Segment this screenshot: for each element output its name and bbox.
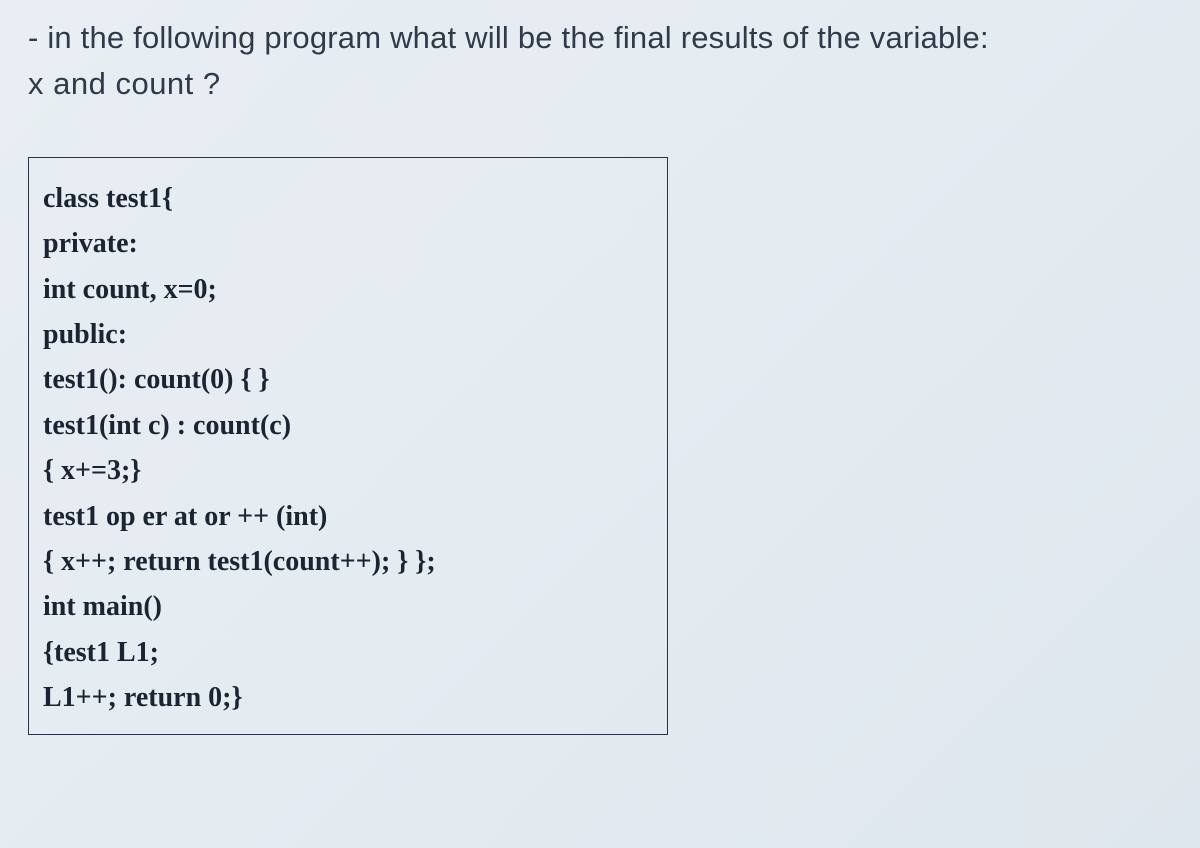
- question-text-line1: - in the following program what will be …: [28, 20, 1172, 56]
- code-line: public:: [43, 312, 653, 357]
- code-line: class test1{: [43, 176, 653, 221]
- code-line: {test1 L1;: [43, 630, 653, 675]
- code-line: { x++; return test1(count++); } };: [43, 539, 653, 584]
- code-line: test1 op er at or ++ (int): [43, 494, 653, 539]
- code-box: class test1{ private: int count, x=0; pu…: [28, 157, 668, 735]
- question-text-line2: x and count ?: [28, 66, 1172, 102]
- code-line: { x+=3;}: [43, 448, 653, 493]
- code-line: L1++; return 0;}: [43, 675, 653, 720]
- code-line: int main(): [43, 584, 653, 629]
- document-page: - in the following program what will be …: [0, 0, 1200, 735]
- code-line: test1(): count(0) { }: [43, 357, 653, 402]
- code-line: int count, x=0;: [43, 267, 653, 312]
- code-line: private:: [43, 221, 653, 266]
- code-line: test1(int c) : count(c): [43, 403, 653, 448]
